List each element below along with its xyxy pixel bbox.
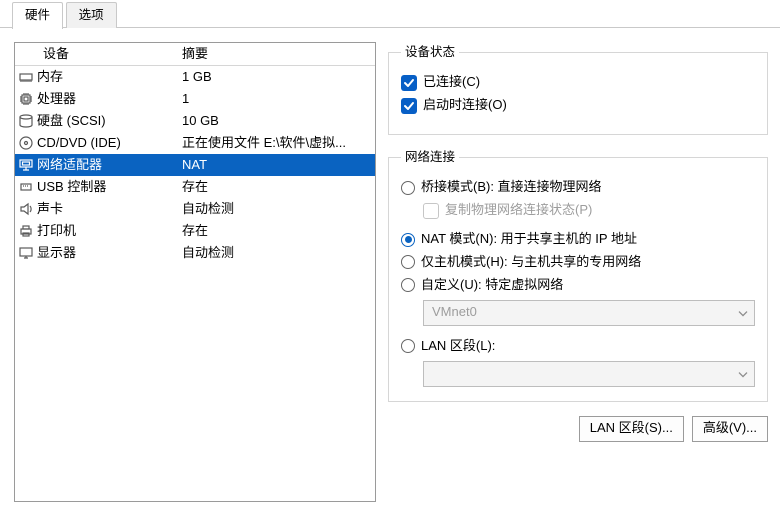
device-row[interactable]: 硬盘 (SCSI)10 GB (15, 110, 375, 132)
device-name: 声卡 (37, 201, 182, 218)
checkbox-icon (401, 98, 417, 114)
device-name: 显示器 (37, 245, 182, 262)
checkbox-icon (401, 75, 417, 91)
network-connection-legend: 网络连接 (401, 149, 459, 165)
disk-icon (15, 113, 37, 129)
device-summary: 1 GB (182, 69, 375, 86)
device-list-header: 设备 摘要 (15, 43, 375, 66)
memory-icon (15, 69, 37, 85)
radio-lan-segment-label: LAN 区段(L): (421, 338, 495, 355)
usb-icon (15, 179, 37, 195)
advanced-button[interactable]: 高级(V)... (692, 416, 768, 442)
connect-at-power-on-checkbox[interactable]: 启动时连接(O) (401, 97, 755, 114)
optical-icon (15, 135, 37, 151)
device-row[interactable]: 网络适配器NAT (15, 154, 375, 176)
device-name: 打印机 (37, 223, 182, 240)
device-summary: NAT (182, 157, 375, 174)
radio-custom-label: 自定义(U): 特定虚拟网络 (421, 277, 563, 294)
tab-bar: 硬件 选项 (0, 0, 780, 28)
network-connection-group: 网络连接 桥接模式(B): 直接连接物理网络 复制物理网络连接状态(P) NAT… (388, 149, 768, 402)
radio-icon (401, 255, 415, 269)
radio-icon (401, 181, 415, 195)
device-row[interactable]: 处理器1 (15, 88, 375, 110)
radio-host-only-label: 仅主机模式(H): 与主机共享的专用网络 (421, 254, 641, 271)
replicate-state-label: 复制物理网络连接状态(P) (445, 202, 592, 219)
radio-icon (401, 278, 415, 292)
device-name: USB 控制器 (37, 179, 182, 196)
custom-vmnet-combobox: VMnet0 (423, 300, 755, 326)
device-name: CD/DVD (IDE) (37, 135, 182, 152)
device-row[interactable]: 显示器自动检测 (15, 242, 375, 264)
device-row[interactable]: 声卡自动检测 (15, 198, 375, 220)
network-icon (15, 157, 37, 173)
device-name: 硬盘 (SCSI) (37, 113, 182, 130)
chevron-down-icon (738, 365, 748, 382)
tab-options[interactable]: 选项 (66, 2, 117, 28)
device-row[interactable]: 打印机存在 (15, 220, 375, 242)
device-summary: 10 GB (182, 113, 375, 130)
lan-segment-combobox (423, 361, 755, 387)
printer-icon (15, 223, 37, 239)
radio-bridged[interactable]: 桥接模式(B): 直接连接物理网络 (401, 179, 755, 196)
radio-icon (401, 339, 415, 353)
device-summary: 1 (182, 91, 375, 108)
device-summary: 自动检测 (182, 201, 375, 218)
device-summary: 自动检测 (182, 245, 375, 262)
settings-panel: 设备状态 已连接(C) 启动时连接(O) 网络连接 桥接模式(B): 直接连接物… (388, 42, 768, 502)
device-name: 网络适配器 (37, 157, 182, 174)
radio-custom[interactable]: 自定义(U): 特定虚拟网络 (401, 277, 755, 294)
display-icon (15, 245, 37, 261)
connect-at-power-on-label: 启动时连接(O) (423, 97, 507, 114)
device-summary: 存在 (182, 179, 375, 196)
device-name: 处理器 (37, 91, 182, 108)
radio-bridged-label: 桥接模式(B): 直接连接物理网络 (421, 179, 602, 196)
cpu-icon (15, 91, 37, 107)
connected-checkbox[interactable]: 已连接(C) (401, 74, 755, 91)
sound-icon (15, 201, 37, 217)
connected-label: 已连接(C) (423, 74, 480, 91)
device-row[interactable]: USB 控制器存在 (15, 176, 375, 198)
device-status-legend: 设备状态 (401, 44, 459, 60)
device-summary: 正在使用文件 E:\软件\虚拟... (182, 135, 375, 152)
tab-hardware[interactable]: 硬件 (12, 2, 63, 29)
device-row[interactable]: CD/DVD (IDE)正在使用文件 E:\软件\虚拟... (15, 132, 375, 154)
device-summary: 存在 (182, 223, 375, 240)
replicate-state-checkbox: 复制物理网络连接状态(P) (423, 202, 755, 219)
lan-segments-button[interactable]: LAN 区段(S)... (579, 416, 684, 442)
checkbox-icon (423, 203, 439, 219)
header-device: 设备 (37, 46, 182, 63)
chevron-down-icon (738, 304, 748, 321)
header-summary: 摘要 (182, 46, 375, 63)
custom-vmnet-value: VMnet0 (432, 304, 477, 321)
radio-nat[interactable]: NAT 模式(N): 用于共享主机的 IP 地址 (401, 231, 755, 248)
device-status-group: 设备状态 已连接(C) 启动时连接(O) (388, 44, 768, 135)
radio-icon (401, 233, 415, 247)
device-row[interactable]: 内存1 GB (15, 66, 375, 88)
device-list[interactable]: 设备 摘要 内存1 GB处理器1硬盘 (SCSI)10 GBCD/DVD (ID… (14, 42, 376, 502)
radio-host-only[interactable]: 仅主机模式(H): 与主机共享的专用网络 (401, 254, 755, 271)
radio-nat-label: NAT 模式(N): 用于共享主机的 IP 地址 (421, 231, 637, 248)
radio-lan-segment[interactable]: LAN 区段(L): (401, 338, 755, 355)
device-name: 内存 (37, 69, 182, 86)
